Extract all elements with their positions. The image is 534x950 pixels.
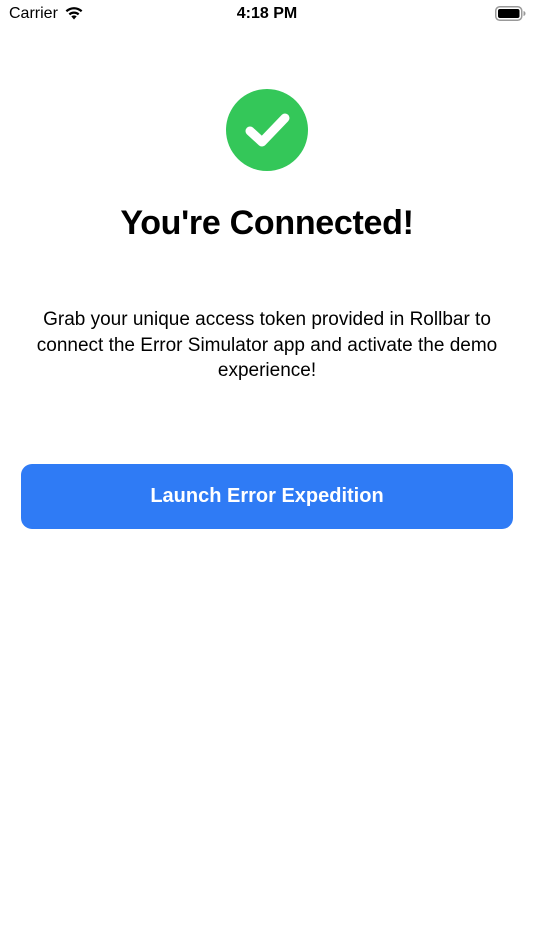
status-bar: Carrier 4:18 PM xyxy=(0,0,534,28)
checkmark-circle-icon xyxy=(225,88,309,172)
battery-icon xyxy=(495,6,526,21)
status-time: 4:18 PM xyxy=(236,5,298,22)
instructions-text: Grab your unique access token provided i… xyxy=(36,309,498,381)
launch-button-label: Launch Error Expedition xyxy=(150,485,384,507)
success-circle xyxy=(226,89,308,171)
launch-error-expedition-button[interactable]: Launch Error Expedition xyxy=(21,464,513,529)
page-title: You're Connected! xyxy=(120,204,414,242)
